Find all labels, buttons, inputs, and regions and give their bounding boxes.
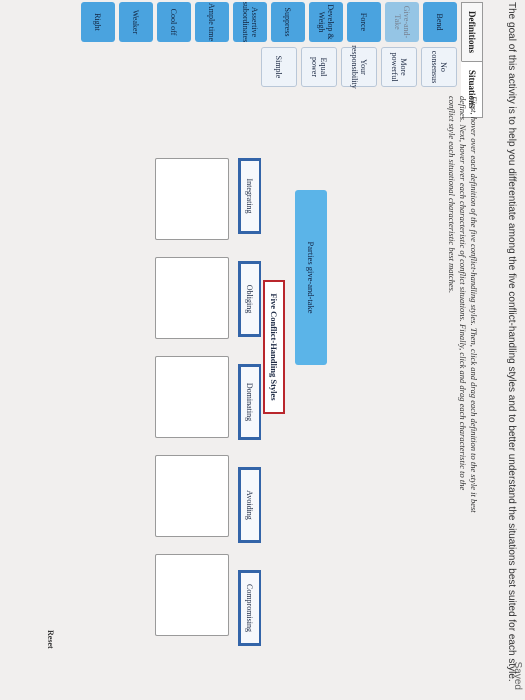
draggable-card-your-responsibility[interactable]: Your responsibility bbox=[341, 45, 377, 89]
dragging-card[interactable]: Parties give-and-take bbox=[295, 190, 327, 365]
style-obliging: Obliging bbox=[238, 261, 261, 337]
draggable-card-give-and-take[interactable]: Give-and-Take bbox=[385, 2, 419, 42]
definitions-column: Bend Give-and-Take Force Develop & Weigh… bbox=[77, 2, 457, 42]
drop-zone-dominating[interactable] bbox=[155, 356, 229, 438]
intro-text: The goal of this activity is to help you… bbox=[506, 2, 517, 682]
reset-button[interactable]: Reset bbox=[46, 630, 55, 649]
draggable-card-cool-off[interactable]: Cool off bbox=[157, 2, 191, 42]
draggable-card-no-consensus[interactable]: No consensus bbox=[421, 47, 457, 87]
draggable-card-ample-time[interactable]: Ample time bbox=[195, 2, 229, 42]
draggable-card-equal-power[interactable]: Equal power bbox=[301, 47, 337, 87]
tab-definitions[interactable]: Definitions bbox=[461, 2, 483, 63]
draggable-card-more-powerful[interactable]: More powerful bbox=[381, 47, 417, 87]
draggable-card-force[interactable]: Force bbox=[347, 2, 381, 42]
draggable-card-weaker[interactable]: Weaker bbox=[119, 2, 153, 42]
draggable-card-right[interactable]: Right bbox=[81, 2, 115, 42]
drop-zone-compromising[interactable] bbox=[155, 554, 229, 636]
style-integrating: Integrating bbox=[238, 158, 261, 234]
instructions: First, hover over each definition of the… bbox=[447, 96, 479, 513]
style-avoiding: Avoiding bbox=[238, 467, 261, 543]
style-dominating: Dominating bbox=[238, 364, 261, 440]
draggable-card-bend[interactable]: Bend bbox=[423, 2, 457, 42]
activity-page: Saved The goal of this activity is to he… bbox=[0, 0, 525, 700]
draggable-card-assertive-subordinates[interactable]: Assertive subordinates bbox=[233, 2, 267, 42]
style-headers: Integrating Obliging Dominating Avoiding… bbox=[238, 158, 261, 646]
drop-zone-avoiding[interactable] bbox=[155, 455, 229, 537]
drop-zone-integrating[interactable] bbox=[155, 158, 229, 240]
draggable-card-develop-weigh[interactable]: Develop & Weigh bbox=[309, 2, 343, 42]
draggable-card-simple[interactable]: Simple bbox=[261, 47, 297, 87]
drop-zone-obliging[interactable] bbox=[155, 257, 229, 339]
draggable-card-suppress[interactable]: Suppress bbox=[271, 2, 305, 42]
situations-column: No consensus More powerful Your responsi… bbox=[257, 45, 457, 89]
style-compromising: Compromising bbox=[238, 570, 261, 646]
section-title: Five Conflict-Handling Styles bbox=[263, 280, 285, 414]
drop-zones bbox=[155, 158, 229, 636]
